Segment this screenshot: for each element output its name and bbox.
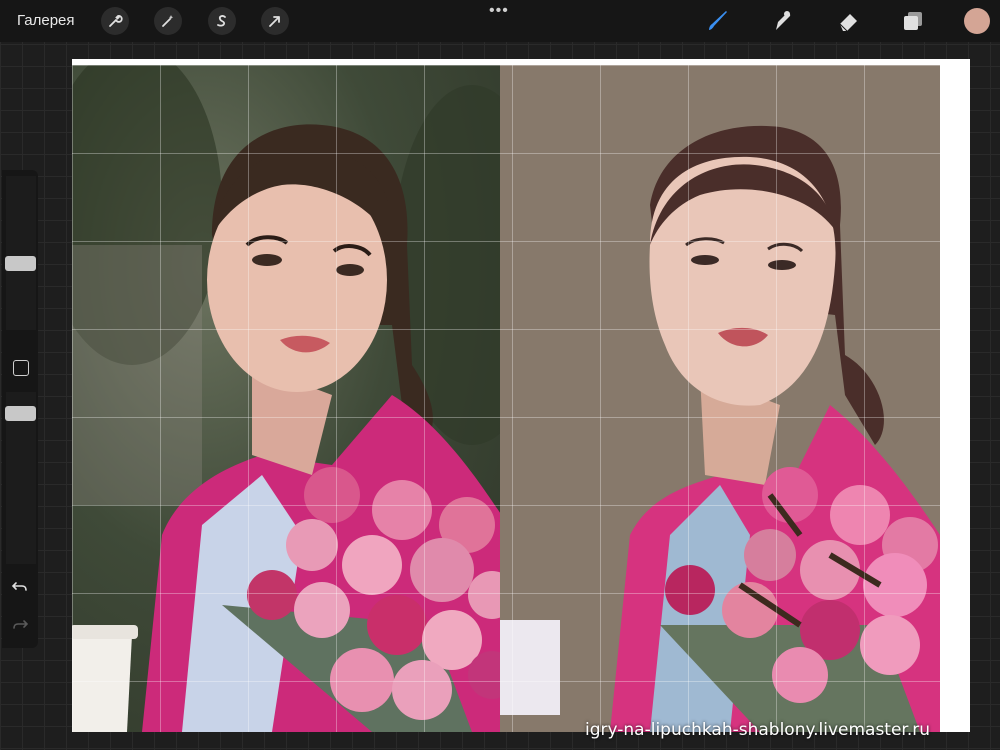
layers-icon — [904, 12, 922, 30]
painting-illustration — [500, 65, 952, 732]
painting-in-progress — [500, 65, 952, 732]
eraser-tool-button[interactable] — [835, 8, 861, 34]
left-sidebar — [2, 170, 38, 648]
opacity-knob[interactable] — [5, 406, 36, 421]
drawing-canvas[interactable] — [72, 59, 970, 732]
smudge-tool-button[interactable] — [770, 8, 796, 34]
undo-icon[interactable] — [10, 576, 30, 596]
modify-button[interactable] — [13, 360, 29, 376]
opacity-slider[interactable] — [5, 392, 36, 564]
layers-button[interactable] — [900, 8, 926, 34]
brush-size-knob[interactable] — [5, 256, 36, 271]
gallery-button[interactable]: Галерея — [17, 12, 75, 29]
reference-photo — [72, 65, 508, 732]
brush-size-slider[interactable] — [5, 176, 36, 330]
current-color-swatch[interactable] — [964, 8, 990, 34]
magic-wand-icon — [162, 15, 174, 27]
watermark-text: igry-na-lipuchkah-shablony.livemaster.ru — [585, 720, 931, 740]
eraser-icon — [839, 14, 857, 32]
adjustments-button[interactable] — [154, 7, 182, 35]
top-toolbar: Галерея ••• — [0, 0, 1000, 42]
selection-s-icon — [217, 15, 226, 27]
smudge-icon — [776, 11, 791, 30]
redo-icon[interactable] — [10, 614, 30, 634]
wrench-icon — [109, 15, 123, 27]
selection-button[interactable] — [208, 7, 236, 35]
actions-wrench-button[interactable] — [101, 7, 129, 35]
arrow-transform-icon — [269, 16, 280, 27]
more-options-dots[interactable]: ••• — [489, 2, 509, 20]
transform-button[interactable] — [261, 7, 289, 35]
reference-photo-illustration — [72, 65, 508, 732]
brush-icon — [709, 11, 727, 30]
brush-tool-button[interactable] — [705, 8, 731, 34]
